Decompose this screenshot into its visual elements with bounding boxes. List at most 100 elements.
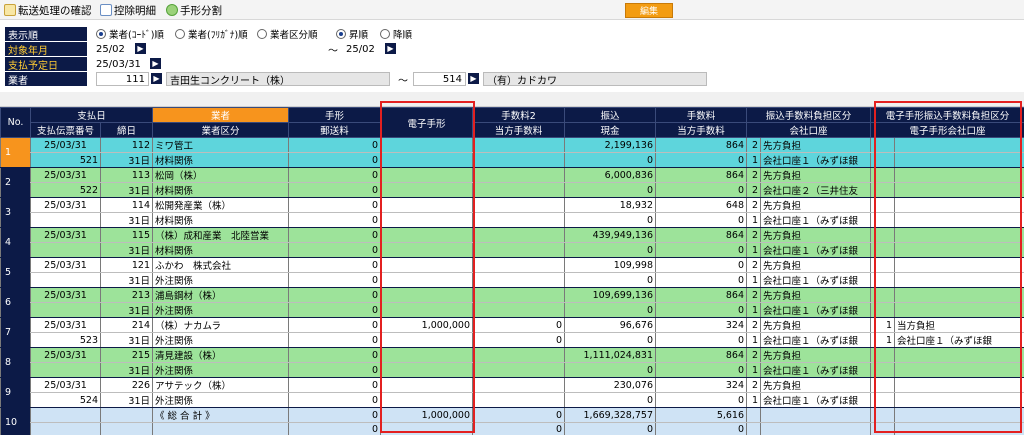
our-fee-cell[interactable]	[472, 272, 565, 288]
our-fee-cell[interactable]: 0	[472, 422, 565, 435]
ebill-sub-cell[interactable]	[380, 242, 473, 258]
burden-cell[interactable]: 先方負担	[760, 257, 871, 273]
transfer-cell[interactable]: 96,676	[564, 317, 656, 333]
burden-cell[interactable]: 先方負担	[760, 287, 871, 303]
close-day-cell[interactable]: 31日	[99, 332, 153, 348]
vendor-name-cell[interactable]: 清見建設（株）	[152, 347, 289, 363]
sort-radio-code[interactable]: 業者(ｺｰﾄﾞ)順	[96, 27, 164, 41]
postage-cell[interactable]: 0	[288, 302, 381, 318]
pay-date-cell[interactable]: 25/03/31	[30, 257, 101, 273]
account-cell[interactable]: 会社口座１（みずほ銀	[760, 392, 871, 408]
account-code-cell[interactable]: 2	[746, 182, 761, 198]
ebill-sub-cell[interactable]	[380, 422, 473, 435]
cash-cell[interactable]: 0	[564, 152, 656, 168]
close-day-cell[interactable]: 31日	[99, 362, 153, 378]
ebill-burden-cell[interactable]	[894, 287, 1024, 303]
our-fee-cell[interactable]	[472, 242, 565, 258]
our-fee-cell[interactable]	[472, 212, 565, 228]
ebill-account-code-cell[interactable]	[870, 152, 895, 168]
ebill-cell[interactable]: 1,000,000	[380, 407, 473, 423]
ebill-burden-code-cell[interactable]: 1	[870, 317, 895, 333]
transfer-cell[interactable]: 109,699,136	[564, 287, 656, 303]
ebill-account-cell[interactable]	[894, 272, 1024, 288]
ebill-cell[interactable]	[380, 377, 473, 393]
ebill-sub-cell[interactable]	[380, 302, 473, 318]
ebill-cell[interactable]	[380, 347, 473, 363]
transfer-cell[interactable]: 6,000,836	[564, 167, 656, 183]
account-code-cell[interactable]: 1	[746, 152, 761, 168]
vendor-name-cell[interactable]: （株）成和産業 北陸営業	[152, 227, 289, 243]
arrow-icon[interactable]: ▶	[151, 73, 162, 84]
transfer-cell[interactable]: 1,669,328,757	[564, 407, 656, 423]
burden-cell[interactable]: 先方負担	[760, 167, 871, 183]
slip-no-cell[interactable]	[30, 362, 101, 378]
burden-code-cell[interactable]: 2	[746, 197, 761, 213]
our-fee-cell[interactable]	[472, 152, 565, 168]
our-fee2-cell[interactable]: 0	[655, 212, 747, 228]
account-cell[interactable]: 会社口座１（みずほ銀	[760, 362, 871, 378]
ebill-account-cell[interactable]	[894, 302, 1024, 318]
bill-cell[interactable]: 0	[288, 317, 381, 333]
cash-cell[interactable]: 0	[564, 362, 656, 378]
pay-date-cell[interactable]: 25/03/31	[30, 317, 101, 333]
ebill-account-code-cell[interactable]	[870, 362, 895, 378]
ebill-account-code-cell[interactable]	[870, 302, 895, 318]
bill-cell[interactable]: 0	[288, 347, 381, 363]
ebill-burden-code-cell[interactable]	[870, 407, 895, 423]
close-day-cell[interactable]: 31日	[99, 302, 153, 318]
bill-cell[interactable]: 0	[288, 407, 381, 423]
table-row-sub[interactable]: 524 31日 外注関係 0 0 0 1 会社口座１（みずほ銀	[1, 392, 1024, 408]
fee2-cell[interactable]: 0	[472, 317, 565, 333]
account-cell[interactable]	[760, 422, 871, 435]
ebill-cell[interactable]	[380, 287, 473, 303]
account-cell[interactable]: 会社口座１（みずほ銀	[760, 272, 871, 288]
burden-code-cell[interactable]: 2	[746, 287, 761, 303]
ebill-sub-cell[interactable]	[380, 392, 473, 408]
cash-cell[interactable]: 0	[564, 242, 656, 258]
our-fee-cell[interactable]	[472, 302, 565, 318]
table-row[interactable]: 6 25/03/31 213 浦島鋼材（株） 0 109,699,136 864 2 先方負担	[0, 287, 1024, 318]
sort-radio-category[interactable]: 業者区分順	[257, 27, 318, 41]
cash-cell[interactable]: 0	[564, 212, 656, 228]
transfer-cell[interactable]: 18,932	[564, 197, 656, 213]
account-code-cell[interactable]: 1	[746, 392, 761, 408]
vendor-name-cell[interactable]: 浦島鋼材（株）	[152, 287, 289, 303]
table-row-sub[interactable]: 521 31日 材料関係 0 0 0 1 会社口座１（みずほ銀	[1, 152, 1024, 168]
ebill-burden-cell[interactable]	[894, 227, 1024, 243]
table-row[interactable]: 3 25/03/31 114 松開発産業（株） 0 18,932 648 2 先方負担	[0, 197, 1024, 228]
fee2-cell[interactable]	[472, 257, 565, 273]
account-cell[interactable]: 会社口座１（みずほ銀	[760, 302, 871, 318]
burden-code-cell[interactable]: 2	[746, 227, 761, 243]
pay-date-cell[interactable]	[30, 407, 101, 423]
transfer-cell[interactable]: 439,949,136	[564, 227, 656, 243]
ebill-burden-code-cell[interactable]	[870, 287, 895, 303]
postage-cell[interactable]: 0	[288, 242, 381, 258]
table-row-sub[interactable]: 31日 材料関係 0 0 0 1 会社口座１（みずほ銀	[1, 242, 1024, 258]
vendor-category-cell[interactable]: 材料関係	[152, 242, 289, 258]
account-code-cell[interactable]: 1	[746, 212, 761, 228]
fee-cell[interactable]: 324	[655, 377, 747, 393]
pay-date-cell[interactable]: 25/03/31	[30, 227, 101, 243]
vendor-category-cell[interactable]: 外注関係	[152, 332, 289, 348]
ebill-account-cell[interactable]	[894, 182, 1024, 198]
vendor-name-cell[interactable]: 松岡（株）	[152, 167, 289, 183]
ebill-account-cell[interactable]: 会社口座１（みずほ銀	[894, 332, 1024, 348]
cash-cell[interactable]: 0	[564, 332, 656, 348]
fee-cell[interactable]: 864	[655, 137, 747, 153]
vendor-category-cell[interactable]: 材料関係	[152, 212, 289, 228]
vendor-code-cell[interactable]: 115	[99, 227, 153, 243]
table-row[interactable]: 10 《 総 合 計 》 0 1,000,000 0 1,669,328,757 5,616	[0, 407, 1024, 435]
cash-cell[interactable]: 0	[564, 422, 656, 435]
our-fee2-cell[interactable]: 0	[655, 242, 747, 258]
close-day-cell[interactable]	[99, 422, 153, 435]
ebill-burden-cell[interactable]	[894, 167, 1024, 183]
ebill-sub-cell[interactable]	[380, 152, 473, 168]
table-row-sub[interactable]: 523 31日 外注関係 0 0 0 0 1 会社口座１（みずほ銀 1 会社口座１（みずほ銀	[1, 332, 1024, 348]
target-month-from[interactable]: 25/02	[96, 42, 125, 56]
burden-code-cell[interactable]: 2	[746, 377, 761, 393]
bill-cell[interactable]: 0	[288, 167, 381, 183]
vendor-code-cell[interactable]: 215	[99, 347, 153, 363]
close-day-cell[interactable]: 31日	[99, 152, 153, 168]
table-row-sub[interactable]: 31日 外注関係 0 0 0 1 会社口座１（みずほ銀	[1, 272, 1024, 288]
fee2-cell[interactable]	[472, 167, 565, 183]
